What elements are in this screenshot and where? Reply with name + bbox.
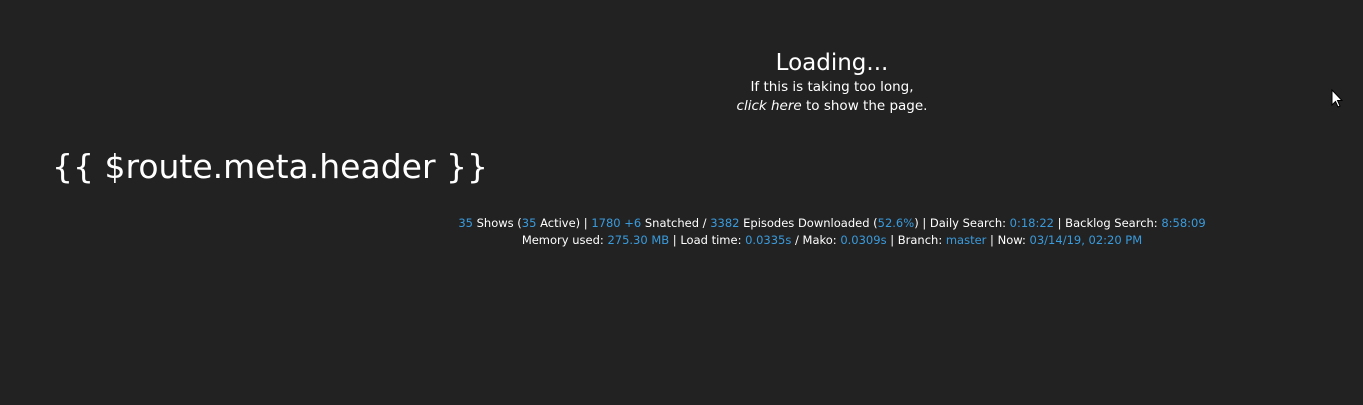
footer-stats-line-2: Memory used: 275.30 MB | Load time: 0.03… — [300, 232, 1363, 249]
loading-message-2: click here to show the page. — [682, 97, 982, 116]
snatched-label: Snatched / — [641, 216, 711, 230]
active-label: Active) | — [536, 216, 592, 230]
mako-label: / Mako: — [791, 233, 841, 247]
active-count-link[interactable]: 35 — [522, 216, 537, 230]
backlog-search-label: | Backlog Search: — [1054, 216, 1162, 230]
episodes-count-link[interactable]: 3382 — [710, 216, 739, 230]
daily-search-value: 0:18:22 — [1009, 216, 1054, 230]
backlog-search-value: 8:58:09 — [1161, 216, 1206, 230]
mako-value: 0.0309s — [840, 233, 887, 247]
loading-message: If this is taking too long, — [750, 79, 914, 95]
now-value: 03/14/19, 02:20 PM — [1029, 233, 1143, 247]
branch-link[interactable]: master — [946, 233, 987, 247]
loading-message-rest: to show the page. — [801, 98, 928, 114]
load-time-value: 0.0335s — [745, 233, 792, 247]
loading-overlay: Loading... If this is taking too long, c… — [682, 48, 982, 116]
show-page-link[interactable]: click here — [737, 98, 802, 114]
footer-stats-line-1: 35 Shows (35 Active) | 1780 +6 Snatched … — [300, 215, 1363, 232]
branch-label: | Branch: — [886, 233, 946, 247]
shows-label: Shows ( — [472, 216, 522, 230]
episodes-label: Episodes Downloaded ( — [739, 216, 878, 230]
loading-title: Loading... — [775, 50, 889, 76]
shows-count-link[interactable]: 35 — [458, 216, 473, 230]
now-label: | Now: — [986, 233, 1030, 247]
page-header-title: {{ $route.meta.header }} — [52, 147, 488, 186]
snatched-count-link[interactable]: 1780 — [591, 216, 620, 230]
footer-stats: 35 Shows (35 Active) | 1780 +6 Snatched … — [300, 215, 1363, 249]
load-time-label: | Load time: — [669, 233, 746, 247]
memory-label: Memory used: — [521, 233, 608, 247]
daily-search-label: ) | Daily Search: — [914, 216, 1010, 230]
episodes-percent: 52.6% — [877, 216, 915, 230]
page: Loading... If this is taking too long, c… — [0, 0, 1363, 405]
snatched-delta-link[interactable]: +6 — [624, 216, 641, 230]
mouse-pointer-icon — [1331, 89, 1343, 108]
memory-value: 275.30 MB — [607, 233, 670, 247]
